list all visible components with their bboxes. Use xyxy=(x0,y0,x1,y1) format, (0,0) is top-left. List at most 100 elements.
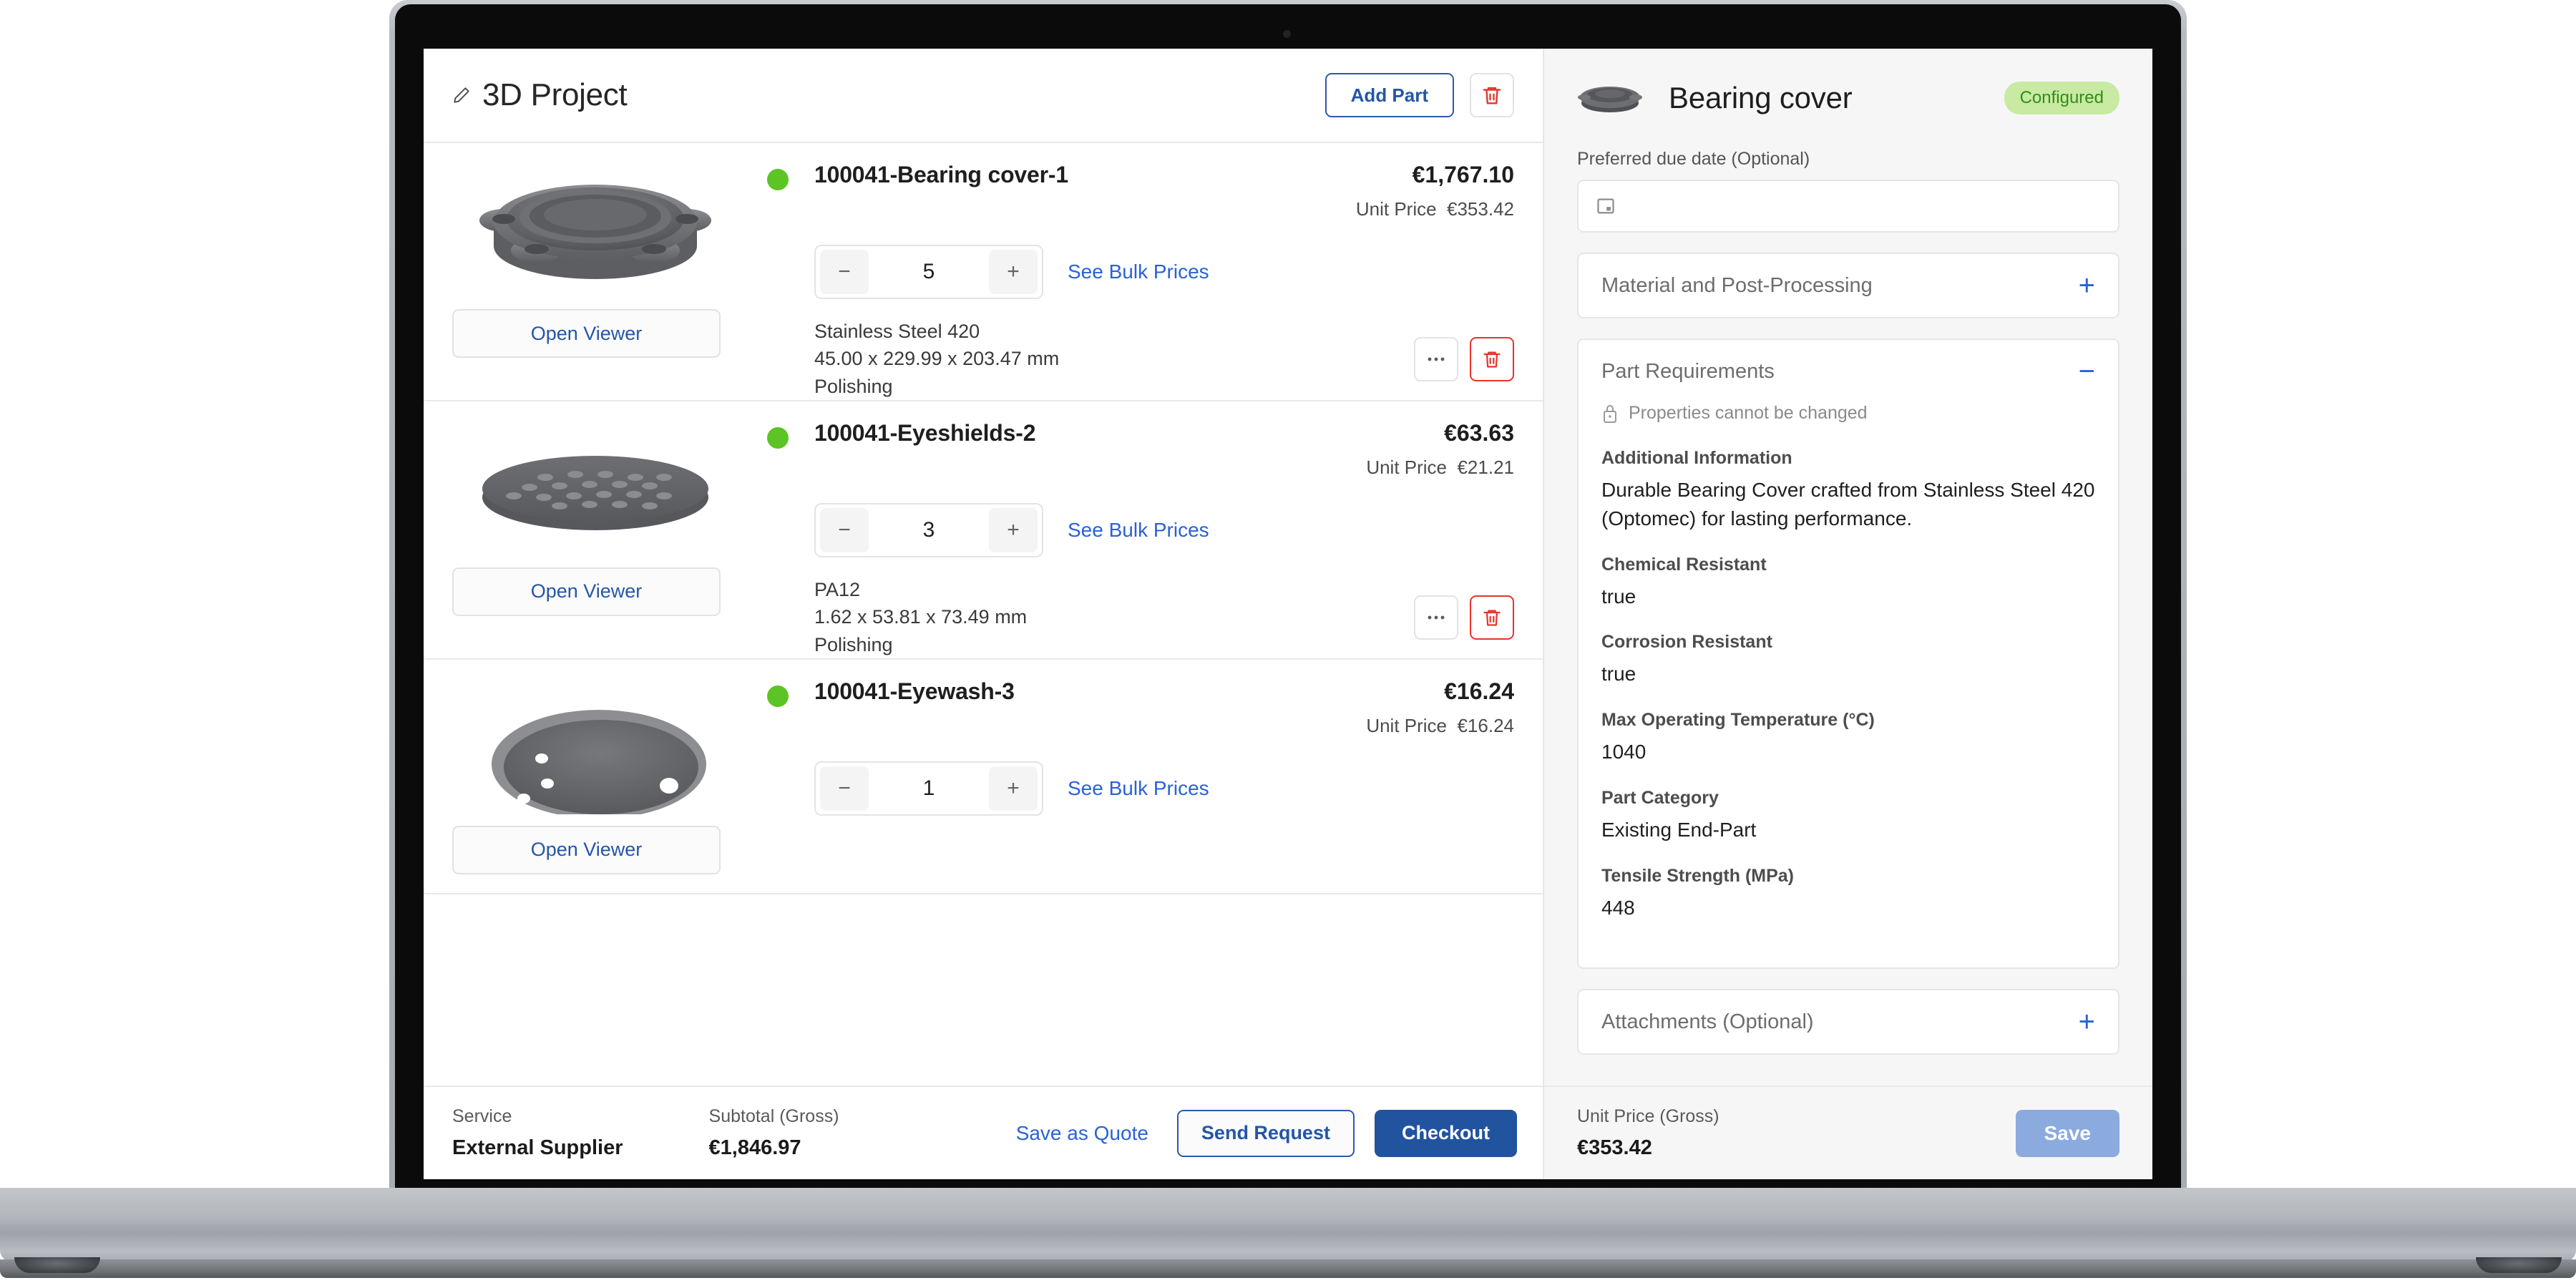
due-date-input[interactable] xyxy=(1577,180,2119,233)
quantity-decrement-button[interactable]: − xyxy=(820,250,869,294)
property-chemical-resistant: Chemical Resistant true xyxy=(1601,555,2095,611)
property-value: true xyxy=(1601,585,1636,608)
minus-icon[interactable]: − xyxy=(2079,357,2095,386)
service-field: Service External Supplier xyxy=(452,1106,623,1160)
locked-note-text: Properties cannot be changed xyxy=(1629,403,1868,423)
trash-icon xyxy=(1483,610,1501,626)
quantity-decrement-button[interactable]: − xyxy=(820,766,869,811)
checkout-button[interactable]: Checkout xyxy=(1374,1109,1517,1157)
quantity-stepper[interactable]: − 1 + xyxy=(814,761,1043,816)
property-additional-information: Additional Information Durable Bearing C… xyxy=(1601,448,2095,533)
delete-part-button[interactable] xyxy=(1470,336,1514,381)
delete-project-button[interactable] xyxy=(1470,73,1514,117)
property-key: Tensile Strength (MPa) xyxy=(1601,865,1795,886)
more-options-button[interactable] xyxy=(1414,595,1458,640)
part-name: 100041-Eyewash-3 xyxy=(814,678,1015,704)
part-preview-column: Open Viewer xyxy=(452,162,760,400)
part-actions xyxy=(1414,336,1514,381)
property-value: Existing End-Part xyxy=(1601,818,1757,841)
see-bulk-prices-link[interactable]: See Bulk Prices xyxy=(1068,777,1209,800)
accordion-header[interactable]: Attachments (Optional) + xyxy=(1579,990,2118,1053)
part-details-column: 100041-Eyewash-3 €16.24 Unit Price €16.2… xyxy=(760,678,1514,893)
pencil-icon[interactable] xyxy=(452,86,471,104)
open-viewer-button[interactable]: Open Viewer xyxy=(452,309,721,358)
open-viewer-button[interactable]: Open Viewer xyxy=(452,567,721,616)
eyewash-thumbnail xyxy=(452,678,738,814)
part-preview-column: Open Viewer xyxy=(452,678,760,893)
part-material: Stainless Steel 420 xyxy=(814,321,980,342)
section-material-post-processing: Material and Post-Processing + xyxy=(1577,253,2119,318)
laptop-foot-right xyxy=(2476,1257,2562,1273)
part-dimensions: 45.00 x 229.99 x 203.47 mm xyxy=(814,348,1060,370)
quantity-decrement-button[interactable]: − xyxy=(820,507,869,552)
save-as-quote-link[interactable]: Save as Quote xyxy=(1016,1122,1148,1145)
part-unit-price: Unit Price €16.24 xyxy=(1366,715,1514,737)
quantity-stepper[interactable]: − 5 + xyxy=(814,245,1043,299)
part-name: 100041-Bearing cover-1 xyxy=(814,162,1068,187)
table-row[interactable]: Open Viewer 100041-Eyewash-3 €16.24 Unit… xyxy=(424,660,1543,894)
quantity-value[interactable]: 1 xyxy=(869,776,989,801)
detail-unit-price-label: Unit Price (Gross) xyxy=(1577,1106,1719,1126)
open-viewer-button[interactable]: Open Viewer xyxy=(452,825,721,874)
property-tensile-strength: Tensile Strength (MPa) 448 xyxy=(1601,866,2095,922)
eyeshields-thumbnail xyxy=(452,420,738,556)
status-badge xyxy=(767,685,789,707)
add-part-button[interactable]: Add Part xyxy=(1324,73,1454,117)
see-bulk-prices-link[interactable]: See Bulk Prices xyxy=(1068,519,1209,542)
unit-price-value: €353.42 xyxy=(1447,198,1514,220)
quantity-increment-button[interactable]: + xyxy=(989,766,1038,811)
plus-icon[interactable]: + xyxy=(2079,1008,2095,1036)
property-key: Additional Information xyxy=(1601,448,1792,468)
table-row[interactable]: Open Viewer 100041-Bearing cover-1 €1,76… xyxy=(424,143,1543,401)
part-title-row: 100041-Eyeshields-2 €63.63 Unit Price €2… xyxy=(767,420,1514,479)
part-specs: PA12 1.62 x 53.81 x 73.49 mm Polishing xyxy=(814,576,1514,658)
part-finish: Polishing xyxy=(814,375,893,397)
detail-unit-price-value: €353.42 xyxy=(1577,1136,1652,1159)
calendar-icon xyxy=(1597,198,1614,214)
part-total-price: €16.24 xyxy=(1444,678,1514,704)
unit-price-value: €21.21 xyxy=(1457,456,1514,478)
property-key: Corrosion Resistant xyxy=(1601,632,1772,653)
delete-part-button[interactable] xyxy=(1470,595,1514,640)
quantity-row: − 1 + See Bulk Prices xyxy=(814,761,1514,816)
parts-list[interactable]: Open Viewer 100041-Bearing cover-1 €1,76… xyxy=(424,143,1543,1085)
detail-title: Bearing cover xyxy=(1669,81,1853,114)
bearing-cover-thumbnail xyxy=(452,162,738,298)
see-bulk-prices-link[interactable]: See Bulk Prices xyxy=(1068,260,1209,283)
part-price-block: €63.63 Unit Price €21.21 xyxy=(1366,420,1514,479)
part-price-block: €1,767.10 Unit Price €353.42 xyxy=(1356,162,1514,220)
accordion-header[interactable]: Material and Post-Processing + xyxy=(1579,254,2118,317)
part-price-block: €16.24 Unit Price €16.24 xyxy=(1366,678,1514,737)
plus-icon[interactable]: + xyxy=(2079,271,2095,300)
quantity-increment-button[interactable]: + xyxy=(989,250,1038,294)
quantity-value[interactable]: 3 xyxy=(869,518,989,542)
quantity-row: − 3 + See Bulk Prices xyxy=(814,502,1514,557)
part-details-column: 100041-Bearing cover-1 €1,767.10 Unit Pr… xyxy=(760,162,1514,400)
detail-body: Preferred due date (Optional) Material a… xyxy=(1544,120,2152,1085)
property-part-category: Part Category Existing End-Part xyxy=(1601,788,2095,844)
more-options-button[interactable] xyxy=(1414,336,1458,381)
save-button[interactable]: Save xyxy=(2015,1109,2119,1157)
part-details-column: 100041-Eyeshields-2 €63.63 Unit Price €2… xyxy=(760,420,1514,658)
quantity-value[interactable]: 5 xyxy=(869,260,989,284)
property-key: Max Operating Temperature (°C) xyxy=(1601,710,1875,730)
send-request-button[interactable]: Send Request xyxy=(1176,1109,1355,1157)
part-name: 100041-Eyeshields-2 xyxy=(814,419,1036,446)
laptop-frame: 3D Project Add Part Open Viewer 100041-B… xyxy=(0,0,2576,1288)
laptop-foot-bar xyxy=(0,1259,2576,1278)
table-row[interactable]: Open Viewer 100041-Eyeshields-2 €63.63 U… xyxy=(424,401,1543,660)
subtotal-value: €1,846.97 xyxy=(708,1136,801,1159)
quantity-increment-button[interactable]: + xyxy=(989,507,1038,552)
property-corrosion-resistant: Corrosion Resistant true xyxy=(1601,632,2095,688)
accordion-header[interactable]: Part Requirements − xyxy=(1579,340,2118,403)
quantity-stepper[interactable]: − 3 + xyxy=(814,502,1043,557)
status-badge xyxy=(767,426,789,449)
section-attachments: Attachments (Optional) + xyxy=(1577,989,2119,1055)
accordion-title: Attachments (Optional) xyxy=(1601,1010,1814,1033)
part-title-row: 100041-Bearing cover-1 €1,767.10 Unit Pr… xyxy=(767,162,1514,220)
detail-unit-price-field: Unit Price (Gross) €353.42 xyxy=(1577,1106,1719,1160)
status-badge xyxy=(767,169,789,190)
lock-icon xyxy=(1601,404,1619,424)
part-title-row: 100041-Eyewash-3 €16.24 Unit Price €16.2… xyxy=(767,678,1514,737)
part-actions xyxy=(1414,595,1514,640)
